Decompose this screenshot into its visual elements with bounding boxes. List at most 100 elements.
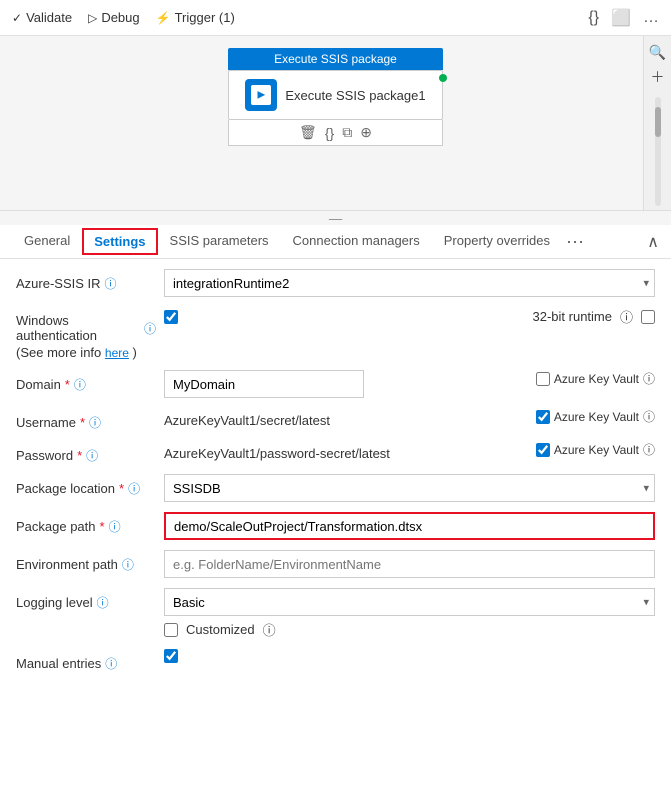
customized-checkbox[interactable]	[164, 623, 178, 637]
package-location-select[interactable]: SSISDB	[164, 474, 655, 502]
node-status-dot	[439, 74, 447, 82]
canvas-zoom-in-button[interactable]: ＋	[651, 67, 665, 87]
pipeline-canvas: Execute SSIS package Execute SSIS packag…	[0, 36, 671, 211]
trigger-button[interactable]: ⚡ Trigger (1)	[156, 10, 235, 25]
package-path-label: Package path * ⓘ	[16, 512, 156, 535]
pipeline-node[interactable]: Execute SSIS package Execute SSIS packag…	[228, 48, 442, 146]
more-options-button[interactable]: …	[643, 8, 659, 28]
domain-input[interactable]	[164, 370, 364, 398]
domain-azure-key-vault-checkbox[interactable]	[536, 372, 550, 386]
logging-level-select[interactable]: Basic	[164, 588, 655, 616]
domain-required: *	[65, 377, 70, 392]
username-control: AzureKeyVault1/secret/latest	[164, 408, 528, 428]
domain-control	[164, 370, 528, 398]
collapse-button[interactable]: —	[326, 213, 346, 223]
tab-connection-managers[interactable]: Connection managers	[281, 227, 432, 256]
azure-ssis-ir-select[interactable]: integrationRuntime2	[164, 269, 655, 297]
tab-property-overrides[interactable]: Property overrides	[432, 227, 562, 256]
node-label: Execute SSIS package1	[285, 88, 425, 103]
manual-entries-row: Manual entries ⓘ	[16, 649, 655, 672]
canvas-right-panel: 🔍 ＋	[643, 36, 671, 210]
domain-info-icon[interactable]: ⓘ	[74, 376, 86, 393]
environment-path-info-icon[interactable]: ⓘ	[122, 556, 134, 573]
node-delete-button[interactable]: 🗑	[299, 124, 317, 141]
package-path-required: *	[100, 519, 105, 534]
runtime-32bit-group: 32-bit runtime ⓘ	[533, 307, 656, 326]
runtime-32bit-info-icon[interactable]: ⓘ	[620, 307, 633, 326]
tab-settings[interactable]: Settings	[82, 228, 157, 255]
package-path-info-icon[interactable]: ⓘ	[109, 518, 121, 535]
customized-row: Customized ⓘ	[164, 620, 655, 639]
debug-icon: ▷	[88, 11, 97, 25]
manual-entries-info-icon[interactable]: ⓘ	[105, 655, 117, 672]
environment-path-input[interactable]	[164, 550, 655, 578]
windows-auth-label: Windows authentication ⓘ (See more info …	[16, 307, 156, 360]
package-location-info-icon[interactable]: ⓘ	[128, 480, 140, 497]
password-info-icon[interactable]: ⓘ	[86, 447, 98, 464]
runtime-32bit-checkbox[interactable]	[641, 310, 655, 324]
panel-tabs: General Settings SSIS parameters Connect…	[0, 225, 671, 259]
package-path-input[interactable]	[164, 512, 655, 540]
toolbar-right: {} ⬜ …	[588, 8, 659, 28]
runtime-32bit-label: 32-bit runtime	[533, 309, 612, 324]
package-path-control	[164, 512, 655, 540]
password-azure-key-vault-checkbox[interactable]	[536, 443, 550, 457]
azure-ssis-ir-control: integrationRuntime2 ▾	[164, 269, 655, 297]
manual-entries-control	[164, 649, 655, 663]
node-tooltip: Execute SSIS package	[228, 48, 442, 70]
validate-label: Validate	[26, 10, 72, 25]
code-view-button[interactable]: {}	[588, 8, 599, 28]
validate-button[interactable]: ✓ Validate	[12, 10, 72, 25]
password-azure-key-vault: Azure Key Vault ⓘ	[536, 441, 655, 458]
username-value: AzureKeyVault1/secret/latest	[164, 408, 330, 428]
expand-button[interactable]: ⬜	[611, 8, 631, 28]
username-row: Username * ⓘ AzureKeyVault1/secret/lates…	[16, 408, 655, 431]
windows-auth-control: 32-bit runtime ⓘ	[164, 307, 655, 326]
node-actions: 🗑 {} ⧉ ⊕	[228, 120, 442, 146]
node-icon-inner	[251, 85, 271, 105]
node-code-button[interactable]: {}	[325, 124, 334, 141]
password-required: *	[77, 448, 82, 463]
settings-form: Azure-SSIS IR ⓘ integrationRuntime2 ▾ Wi…	[0, 259, 671, 805]
logging-level-row: Logging level ⓘ Basic ▾ Customized ⓘ	[16, 588, 655, 639]
domain-vault-info-icon[interactable]: ⓘ	[643, 370, 655, 387]
username-info-icon[interactable]: ⓘ	[89, 414, 101, 431]
customized-info-icon[interactable]: ⓘ	[263, 620, 276, 639]
node-icon	[245, 79, 277, 111]
azure-ssis-ir-info-icon[interactable]: ⓘ	[105, 275, 117, 292]
windows-auth-label-group: Windows authentication ⓘ (See more info …	[16, 313, 156, 360]
windows-auth-link[interactable]: here	[105, 346, 129, 360]
logging-level-control-group: Basic ▾ Customized ⓘ	[164, 588, 655, 639]
panel-collapse-button[interactable]: ∧	[647, 232, 659, 252]
domain-azure-key-vault-label: Azure Key Vault	[554, 372, 639, 386]
node-copy-button[interactable]: ⧉	[342, 124, 352, 141]
username-azure-key-vault-checkbox[interactable]	[536, 410, 550, 424]
package-location-label: Package location * ⓘ	[16, 474, 156, 497]
windows-auth-checkbox[interactable]	[164, 310, 178, 324]
password-control: AzureKeyVault1/password-secret/latest	[164, 441, 528, 461]
tab-general[interactable]: General	[12, 227, 82, 256]
username-label: Username * ⓘ	[16, 408, 156, 431]
package-location-control: SSISDB ▾	[164, 474, 655, 502]
logging-level-info-icon[interactable]: ⓘ	[97, 594, 109, 611]
trigger-label: Trigger (1)	[175, 10, 235, 25]
debug-button[interactable]: ▷ Debug	[88, 10, 140, 25]
username-azure-key-vault: Azure Key Vault ⓘ	[536, 408, 655, 425]
tab-ssis-parameters[interactable]: SSIS parameters	[158, 227, 281, 256]
main-toolbar: ✓ Validate ▷ Debug ⚡ Trigger (1) {} ⬜ …	[0, 0, 671, 36]
canvas-search-button[interactable]: 🔍	[649, 44, 666, 61]
password-row: Password * ⓘ AzureKeyVault1/password-sec…	[16, 441, 655, 464]
domain-label: Domain * ⓘ	[16, 370, 156, 393]
manual-entries-checkbox[interactable]	[164, 649, 178, 663]
collapse-toggle: —	[0, 211, 671, 225]
logging-level-label: Logging level ⓘ	[16, 588, 156, 611]
validate-icon: ✓	[12, 11, 22, 25]
windows-auth-info-icon[interactable]: ⓘ	[144, 320, 156, 337]
package-location-required: *	[119, 481, 124, 496]
password-vault-info-icon[interactable]: ⓘ	[643, 441, 655, 458]
node-box: Execute SSIS package1	[228, 70, 442, 120]
node-connect-button[interactable]: ⊕	[360, 124, 372, 141]
username-vault-info-icon[interactable]: ⓘ	[643, 408, 655, 425]
tabs-more-button[interactable]: ···	[566, 231, 584, 252]
package-location-row: Package location * ⓘ SSISDB ▾	[16, 474, 655, 502]
